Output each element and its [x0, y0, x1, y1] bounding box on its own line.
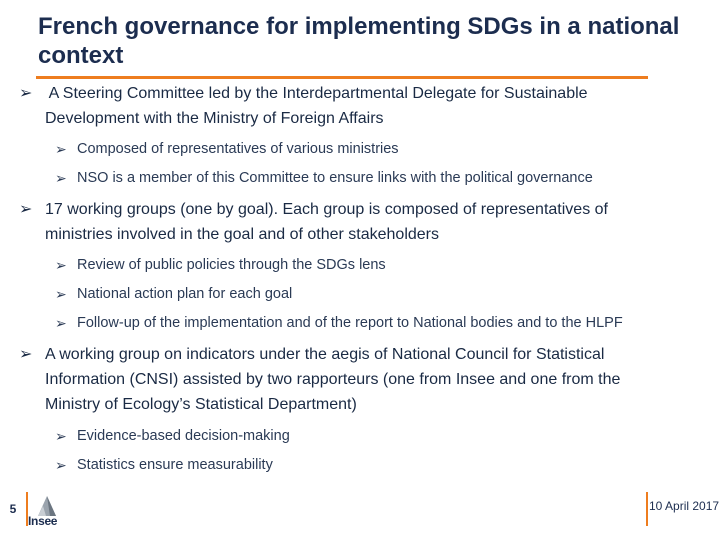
- sub-bullet-2-2: ➢ National action plan for each goal: [55, 286, 293, 302]
- bullet-3-line-3: Ministry of Ecology’s Statistical Depart…: [45, 396, 357, 413]
- footer-date: 10 April 2017: [649, 499, 720, 513]
- arrow-bullet-icon: ➢: [55, 457, 67, 473]
- bullet-3: ➢ A working group on indicators under th…: [19, 342, 705, 417]
- sub-bullet-3-2: ➢ Statistics ensure measurability: [55, 457, 273, 473]
- footer-divider-right: [646, 492, 648, 526]
- bullet-1-line-1: A Steering Committee led by the Interdep…: [45, 85, 588, 102]
- page-number: 5: [9, 502, 17, 516]
- bullet-2: ➢ 17 working groups (one by goal). Each …: [19, 197, 705, 247]
- bullet-3-line-1: A working group on indicators under the …: [45, 346, 605, 363]
- arrow-bullet-icon: ➢: [55, 257, 67, 273]
- bullet-1: ➢ A Steering Committee led by the Interd…: [19, 81, 705, 131]
- arrow-bullet-icon: ➢: [19, 201, 33, 218]
- slide-title: French governance for implementing SDGs …: [38, 13, 680, 69]
- sub-bullet-3-1: ➢ Evidence-based decision-making: [55, 428, 290, 444]
- sub-bullet-1-1: ➢ Composed of representatives of various…: [55, 141, 399, 157]
- insee-logo: Insee: [28, 494, 62, 534]
- sub-bullet-2-3: ➢ Follow-up of the implementation and of…: [55, 315, 623, 331]
- insee-logo-text: Insee: [28, 514, 58, 528]
- arrow-bullet-icon: ➢: [19, 85, 33, 102]
- bullet-3-line-2: Information (CNSI) assisted by two rappo…: [45, 371, 621, 388]
- bullet-2-line-2: ministries involved in the goal and of o…: [45, 226, 439, 243]
- insee-logo-mark-icon: [38, 496, 56, 516]
- arrow-bullet-icon: ➢: [55, 315, 67, 331]
- arrow-bullet-icon: ➢: [19, 346, 33, 363]
- arrow-bullet-icon: ➢: [55, 286, 67, 302]
- arrow-bullet-icon: ➢: [55, 170, 67, 186]
- sub-bullet-2-1: ➢ Review of public policies through the …: [55, 257, 386, 273]
- bullet-2-line-1: 17 working groups (one by goal). Each gr…: [45, 201, 608, 218]
- arrow-bullet-icon: ➢: [55, 428, 67, 444]
- bullet-1-line-2: Development with the Ministry of Foreign…: [45, 110, 384, 127]
- sub-bullet-1-2: ➢ NSO is a member of this Committee to e…: [55, 170, 593, 186]
- arrow-bullet-icon: ➢: [55, 141, 67, 157]
- title-underline: [36, 76, 648, 79]
